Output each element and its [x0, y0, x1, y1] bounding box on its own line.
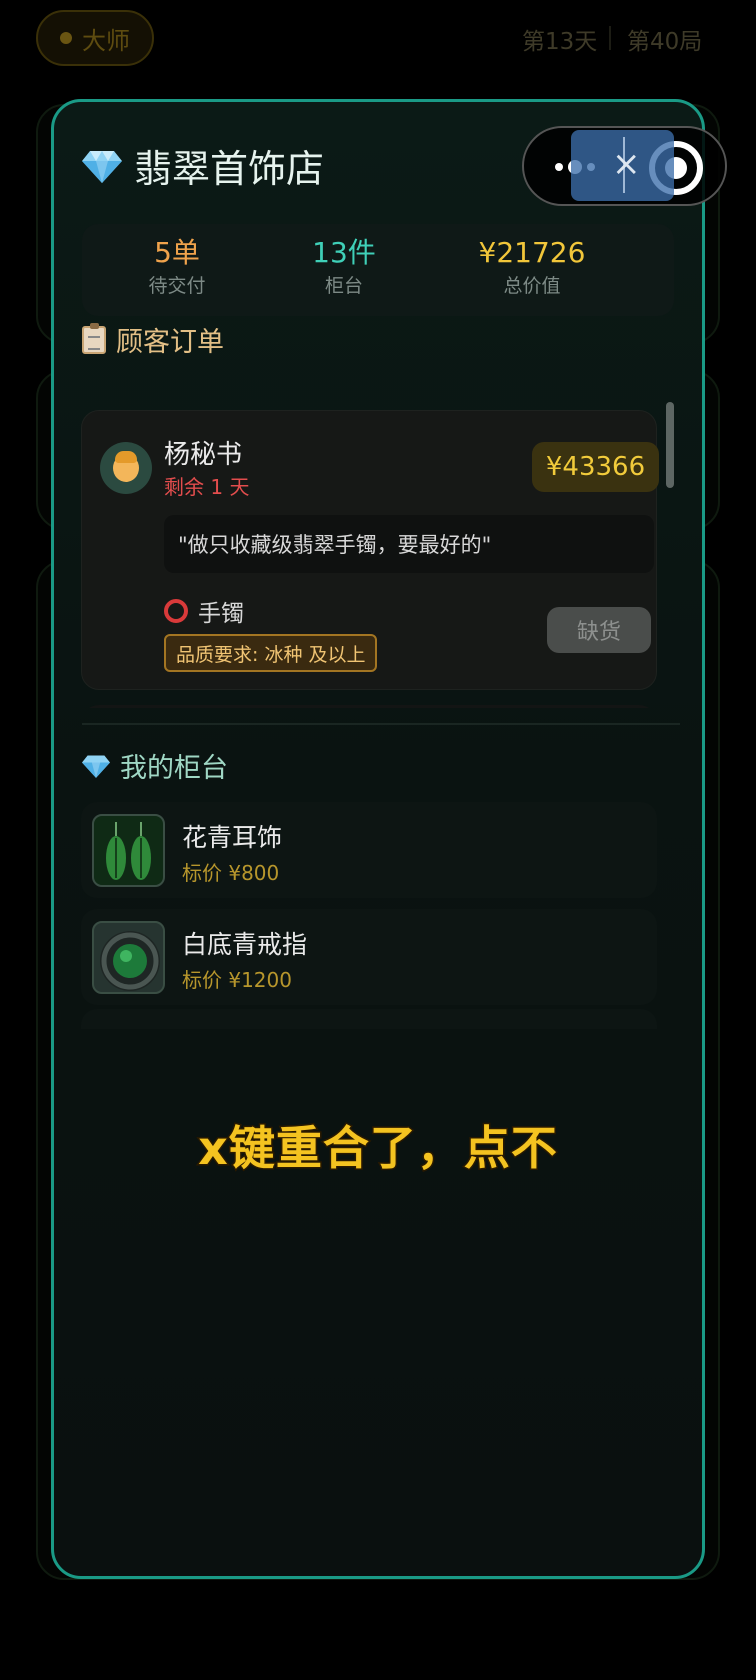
counter-item-price: 标价 ¥1200	[182, 968, 292, 992]
counter-section-title: 我的柜台	[82, 746, 228, 785]
diamond-icon	[82, 150, 122, 183]
order-deadline: 剩余 1 天	[164, 475, 250, 499]
counter-title-text: 我的柜台	[120, 753, 228, 784]
order-item-label: 手镯	[198, 601, 244, 627]
customer-avatar	[100, 442, 152, 494]
counter-item-name: 花青耳饰	[182, 823, 283, 852]
customer-quote: "做只收藏级翡翠手镯，要最好的"	[164, 515, 654, 573]
order-card[interactable]: 杨秘书 剩余 1 天 ¥43366 "做只收藏级翡翠手镯，要最好的" 手镯 品质…	[81, 410, 659, 690]
diamond-icon	[82, 755, 110, 778]
earring-icon	[92, 814, 165, 887]
rank-label: 大师	[82, 26, 130, 55]
quality-requirement-tag: 品质要求: 冰种 及以上	[164, 634, 378, 672]
customer-face-icon	[113, 451, 139, 482]
bracelet-icon	[164, 599, 188, 623]
ring-icon	[92, 921, 165, 994]
stat-label: 待交付	[148, 275, 206, 297]
orders-scrollbar[interactable]	[666, 402, 674, 488]
stat-pending: 5单 待交付	[122, 234, 232, 300]
rank-dot-icon	[60, 32, 72, 44]
clipboard-icon	[82, 322, 106, 354]
shop-modal: 翡翠首饰店 5单 待交付 13件 柜台 ¥21726 总价值 顾客订单 杨秘书 …	[51, 99, 705, 1579]
stat-label: 总价值	[503, 275, 561, 297]
counter-item[interactable]: 白底青戒指 标价 ¥1200	[81, 909, 657, 1005]
stat-label: 柜台	[324, 275, 363, 297]
day-label: 第13天	[522, 29, 598, 55]
stat-total-value: ¥21726 总价值	[462, 234, 602, 300]
close-icon[interactable]: ×	[612, 144, 641, 184]
order-item-type: 手镯	[164, 594, 244, 628]
round-label: 第40局	[627, 29, 703, 55]
counter-item[interactable]: 花青耳饰 标价 ¥800	[81, 802, 657, 898]
stat-value: ¥21726	[478, 236, 586, 269]
orders-list[interactable]: 杨秘书 剩余 1 天 ¥43366 "做只收藏级翡翠手镯，要最好的" 手镯 品质…	[54, 368, 702, 708]
shop-title: 翡翠首饰店	[82, 138, 324, 193]
order-price-badge: ¥43366	[532, 442, 659, 492]
video-caption: x键重合了，点不	[197, 1120, 559, 1177]
out-of-stock-button[interactable]: 缺货	[547, 607, 651, 653]
stat-counter: 13件 柜台	[289, 234, 399, 300]
counter-item-price: 标价 ¥800	[182, 861, 280, 885]
order-card-partial[interactable]	[81, 705, 657, 708]
orders-title-text: 顾客订单	[116, 327, 224, 358]
orders-section-title: 顾客订单	[82, 320, 224, 359]
top-bar-divider	[609, 26, 611, 50]
stat-value: 5单	[154, 236, 200, 269]
section-divider	[82, 723, 680, 725]
counter-item-partial[interactable]	[81, 1009, 657, 1029]
shop-title-text: 翡翠首饰店	[134, 147, 325, 191]
rank-badge: 大师	[36, 10, 154, 66]
stat-value: 13件	[312, 236, 376, 269]
counter-item-name: 白底青戒指	[182, 930, 308, 959]
background-top-bar: 大师 第13天 第40局	[0, 0, 756, 80]
customer-name: 杨秘书	[164, 440, 243, 470]
shop-stats: 5单 待交付 13件 柜台 ¥21726 总价值	[82, 224, 674, 316]
